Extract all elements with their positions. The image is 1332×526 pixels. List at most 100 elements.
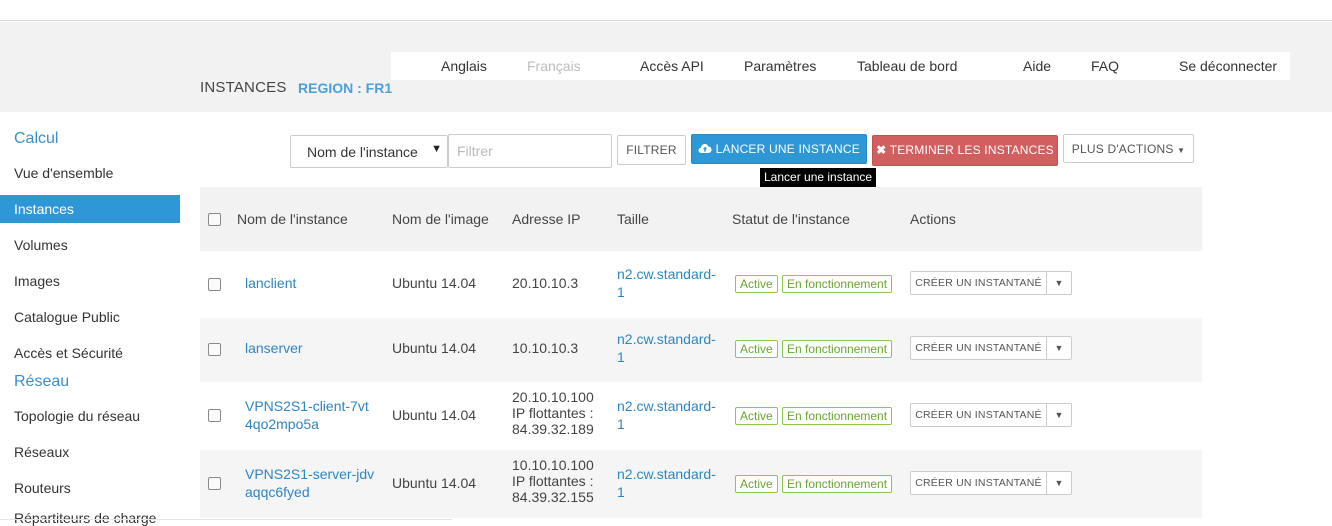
sidebar-item-public-catalog[interactable]: Catalogue Public (0, 303, 180, 331)
flavor-line: n2.cw.standard- (617, 398, 716, 414)
flavor-link[interactable]: n2.cw.standard- 1 (617, 397, 716, 433)
caret-down-icon[interactable]: ▼ (1047, 404, 1071, 426)
sidebar-item-routers[interactable]: Routeurs (0, 474, 180, 502)
sidebar-item-volumes[interactable]: Volumes (0, 231, 180, 259)
close-icon: ✖ (876, 143, 887, 157)
status-badge: Active (735, 340, 778, 358)
nav-faq[interactable]: FAQ (1091, 58, 1119, 74)
sidebar-item-load-balancers[interactable]: Répartiteurs de charge (14, 510, 156, 526)
flavor-line: 1 (617, 284, 625, 300)
ip-line: IP flottantes : (512, 473, 594, 489)
instance-name-link[interactable]: lanclient (245, 274, 296, 292)
nav-settings[interactable]: Paramètres (744, 58, 816, 74)
row-action-split-button: CRÉER UN INSTANTANÉ ▼ (910, 336, 1072, 360)
divider (0, 519, 452, 520)
image-name: Ubuntu 14.04 (392, 275, 477, 291)
status-badge: Active (735, 275, 778, 293)
table-header: Nom de l'instance Nom de l'image Adresse… (200, 187, 1202, 251)
sidebar-item-overview[interactable]: Vue d'ensemble (0, 159, 180, 187)
instance-name-line: VPNS2S1-client-7vt (245, 398, 369, 414)
filter-button[interactable]: FILTRER (617, 135, 686, 165)
sidebar-item-access-security[interactable]: Accès et Sécurité (0, 339, 180, 367)
power-state-badge: En fonctionnement (782, 475, 893, 493)
select-all-checkbox[interactable] (208, 213, 221, 226)
flavor-link[interactable]: n2.cw.standard- 1 (617, 265, 716, 301)
column-header-status[interactable]: Statut de l'instance (732, 211, 850, 227)
row-checkbox[interactable] (208, 343, 221, 356)
caret-down-icon[interactable]: ▼ (1047, 472, 1071, 494)
nav-english[interactable]: Anglais (441, 58, 487, 74)
sidebar-item-images[interactable]: Images (0, 267, 180, 295)
ip-line: 84.39.32.155 (512, 489, 594, 505)
top-nav: Anglais Français Accès API Paramètres Ta… (391, 52, 1290, 80)
column-header-name[interactable]: Nom de l'instance (237, 211, 348, 227)
power-state-badge: En fonctionnement (782, 407, 893, 425)
ip-address: 20.10.10.100 IP flottantes : 84.39.32.18… (512, 389, 594, 437)
instance-name-link[interactable]: VPNS2S1-server-jdv aqqc6fyed (245, 465, 374, 501)
ip-line: 20.10.10.100 (512, 389, 594, 405)
terminate-instances-label: TERMINER LES INSTANCES (889, 143, 1054, 157)
image-name: Ubuntu 14.04 (392, 340, 477, 356)
nav-logout[interactable]: Se déconnecter (1179, 58, 1277, 74)
column-header-image[interactable]: Nom de l'image (392, 211, 489, 227)
create-snapshot-button[interactable]: CRÉER UN INSTANTANÉ (911, 472, 1047, 494)
row-checkbox[interactable] (208, 278, 221, 291)
caret-down-icon[interactable]: ▼ (1047, 337, 1071, 359)
row-action-split-button: CRÉER UN INSTANTANÉ ▼ (910, 403, 1072, 427)
row-action-split-button: CRÉER UN INSTANTANÉ ▼ (910, 271, 1072, 295)
nav-dashboard[interactable]: Tableau de bord (857, 58, 957, 74)
filter-field-value: Nom de l'instance (307, 144, 418, 160)
instance-name-line: 4qo2mpo5a (245, 416, 319, 432)
sidebar-heading-calcul[interactable]: Calcul (14, 130, 58, 148)
ip-line: 10.10.10.100 (512, 457, 594, 473)
flavor-link[interactable]: n2.cw.standard- 1 (617, 330, 716, 366)
instance-name-link[interactable]: lanserver (245, 339, 303, 357)
create-snapshot-button[interactable]: CRÉER UN INSTANTANÉ (911, 404, 1047, 426)
ip-address: 10.10.10.100 IP flottantes : 84.39.32.15… (512, 457, 594, 505)
ip-line: 84.39.32.189 (512, 421, 594, 437)
caret-down-icon[interactable]: ▼ (1047, 272, 1071, 294)
launch-tooltip: Lancer une instance (760, 168, 877, 187)
launch-instance-button[interactable]: LANCER UNE INSTANCE (691, 134, 867, 164)
sidebar-item-network-topology[interactable]: Topologie du réseau (0, 402, 180, 430)
row-checkbox[interactable] (208, 477, 221, 490)
flavor-line: 1 (617, 484, 625, 500)
flavor-line: n2.cw.standard- (617, 466, 716, 482)
flavor-line: 1 (617, 416, 625, 432)
more-actions-button[interactable]: PLUS D'ACTIONS ▼ (1063, 134, 1194, 163)
status-badge: Active (735, 475, 778, 493)
nav-api-access[interactable]: Accès API (640, 58, 704, 74)
power-state-badge: En fonctionnement (782, 340, 893, 358)
table-row: lanclient Ubuntu 14.04 20.10.10.3 n2.cw.… (200, 252, 1202, 318)
image-name: Ubuntu 14.04 (392, 475, 477, 491)
create-snapshot-button[interactable]: CRÉER UN INSTANTANÉ (911, 272, 1047, 294)
row-checkbox[interactable] (208, 409, 221, 422)
create-snapshot-button[interactable]: CRÉER UN INSTANTANÉ (911, 337, 1047, 359)
more-actions-label: PLUS D'ACTIONS (1071, 142, 1174, 156)
column-header-actions: Actions (910, 211, 956, 227)
chevron-down-icon: ▼ (431, 143, 442, 155)
ip-line: IP flottantes : (512, 405, 594, 421)
filter-field-select[interactable]: Nom de l'instance ▼ (290, 135, 448, 168)
terminate-instances-button[interactable]: ✖ TERMINER LES INSTANCES (872, 135, 1058, 166)
status-badge: Active (735, 407, 778, 425)
instance-name-line: VPNS2S1-server-jdv (245, 466, 375, 482)
column-header-size[interactable]: Taille (617, 211, 649, 227)
ip-address: 10.10.10.3 (512, 340, 579, 356)
flavor-line: 1 (617, 349, 625, 365)
region-label[interactable]: REGION : FR1 (298, 80, 392, 96)
image-name: Ubuntu 14.04 (392, 407, 477, 423)
sidebar-heading-reseau[interactable]: Réseau (14, 373, 69, 391)
power-state-badge: En fonctionnement (782, 275, 893, 293)
column-header-ip[interactable]: Adresse IP (512, 211, 580, 227)
instance-name-link[interactable]: VPNS2S1-client-7vt 4qo2mpo5a (245, 397, 369, 433)
sidebar-item-networks[interactable]: Réseaux (0, 438, 180, 466)
flavor-link[interactable]: n2.cw.standard- 1 (617, 465, 716, 501)
filter-input[interactable] (448, 134, 612, 168)
nav-french[interactable]: Français (527, 58, 581, 74)
cloud-upload-icon (698, 144, 712, 153)
table-row: lanserver Ubuntu 14.04 10.10.10.3 n2.cw.… (200, 318, 1202, 382)
nav-help[interactable]: Aide (1023, 58, 1051, 74)
sidebar-item-instances[interactable]: Instances (0, 195, 180, 223)
ip-address: 20.10.10.3 (512, 275, 579, 291)
